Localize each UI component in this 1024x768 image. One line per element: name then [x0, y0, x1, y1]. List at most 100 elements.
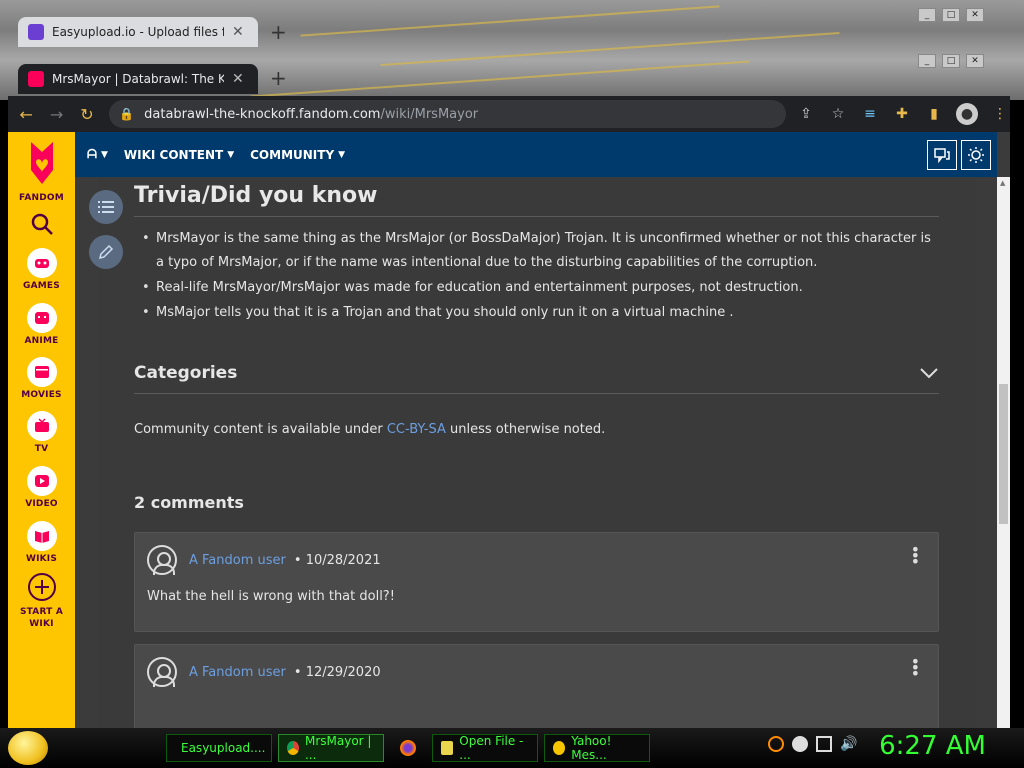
task-label: Yahoo! Mes...	[571, 734, 612, 762]
task-label: Open File - ...	[459, 734, 524, 762]
task-label: MrsMayor | ...	[304, 734, 372, 762]
pencil-icon	[98, 244, 114, 260]
plus-circle-icon	[27, 573, 56, 601]
rail-label: TV	[34, 444, 49, 454]
tab-easyupload[interactable]: Easyupload.io - Upload files for free ✕	[18, 17, 258, 47]
sidebar-icon[interactable]: ▮	[924, 104, 944, 124]
rail-item-games[interactable]: GAMES	[8, 248, 75, 291]
comment-date-value: 12/29/2020	[305, 664, 381, 680]
list-item: Real-life MrsMayor/MrsMajor was made for…	[142, 276, 939, 300]
maximize-button[interactable]: □	[942, 8, 960, 22]
taskbar-item-yahoo-messenger[interactable]: Yahoo! Mes...	[544, 734, 650, 762]
taskbar-item-easyupload[interactable]: Easyupload....	[166, 734, 272, 762]
more-options-icon[interactable]: • • •	[911, 542, 920, 570]
book-icon	[26, 521, 57, 551]
comment-date-value: 10/28/2021	[305, 552, 381, 568]
window-controls: _ □ ✕	[918, 54, 984, 68]
easyupload-favicon-icon	[28, 24, 44, 40]
rail-label: GAMES	[23, 281, 60, 291]
minimize-button[interactable]: _	[918, 8, 936, 22]
rail-item-anime[interactable]: ANIME	[8, 303, 75, 346]
chevron-down-icon: ▼	[227, 149, 235, 160]
lock-icon[interactable]: 🔒	[119, 107, 134, 121]
back-arrow-icon[interactable]: ←	[14, 101, 38, 127]
comment-author[interactable]: A Fandom user	[189, 665, 286, 680]
comment-body: What the hell is wrong with that doll?!	[147, 589, 395, 604]
rail-item-wikis[interactable]: WIKIS	[8, 521, 75, 564]
tab-title: Easyupload.io - Upload files for free	[52, 25, 224, 39]
fandom-flame-icon	[30, 142, 53, 184]
more-options-icon[interactable]: • • •	[911, 654, 920, 682]
minimize-button[interactable]: _	[918, 54, 936, 68]
rail-label: WIKIS	[25, 554, 58, 564]
volume-icon[interactable]: 🔊	[840, 736, 857, 752]
start-button-smiley-icon[interactable]	[8, 731, 48, 765]
comment-author[interactable]: A Fandom user	[189, 553, 286, 568]
chrome-icon	[287, 741, 299, 755]
star-icon[interactable]: ☆	[828, 104, 848, 124]
list-item: MrsMayor is the same thing as the MrsMaj…	[142, 227, 939, 275]
categories-toggle[interactable]: Categories	[134, 363, 939, 394]
profile-avatar-icon[interactable]: ●	[955, 103, 978, 125]
discussions-button[interactable]	[927, 140, 957, 170]
chevron-down-icon	[920, 368, 938, 379]
network-icon[interactable]	[816, 736, 832, 752]
url-host: databrawl-the-knockoff.fandom.com	[144, 106, 381, 122]
tv-icon	[26, 411, 57, 441]
play-icon	[26, 466, 57, 496]
comment-header: A Fandom user • 10/28/2021	[147, 545, 381, 575]
chat-bubbles-icon	[934, 148, 950, 164]
tray-circle-icon[interactable]	[792, 736, 808, 752]
puzzle-extension-icon[interactable]: ✚	[892, 104, 912, 124]
gamepad-icon	[26, 248, 57, 278]
search-button[interactable]	[8, 212, 75, 240]
sun-icon	[968, 147, 984, 163]
chevron-down-icon: ▼	[338, 149, 346, 160]
search-tray-icon[interactable]	[768, 736, 784, 752]
page-scrollbar[interactable]: ▲	[997, 177, 1010, 728]
rail-item-movies[interactable]: MOVIES	[8, 357, 75, 400]
firefox-icon[interactable]	[400, 740, 416, 756]
rail-item-tv[interactable]: TV	[8, 411, 75, 454]
fandom-label: FANDOM	[19, 193, 64, 203]
forward-arrow-icon[interactable]: →	[44, 101, 68, 127]
taskbar-item-open-file[interactable]: Open File - ...	[432, 734, 538, 762]
scrollbar-thumb[interactable]	[999, 384, 1008, 524]
folder-icon	[441, 741, 454, 755]
comment-card: A Fandom user • 12/29/2020 • • •	[134, 644, 939, 728]
close-tab-icon[interactable]: ✕	[232, 71, 244, 87]
scroll-up-icon[interactable]: ▲	[1000, 179, 1005, 187]
reload-icon[interactable]: ↻	[75, 101, 99, 127]
taskbar: Easyupload.... MrsMayor | ... Open File …	[0, 728, 1024, 768]
anime-face-icon	[26, 303, 57, 333]
wiki-logo-text: ᗩ	[87, 147, 97, 161]
license-prefix: Community content is available under	[134, 422, 387, 437]
theme-toggle-button[interactable]	[961, 140, 991, 170]
background-browser-window[interactable]: Easyupload.io - Upload files for free ✕ …	[8, 0, 1018, 50]
more-menu-icon[interactable]: ⋮	[990, 104, 1010, 124]
table-of-contents-button[interactable]	[89, 190, 123, 224]
rail-item-start-a-wiki[interactable]: START A WIKI	[8, 572, 75, 630]
address-bar[interactable]: 🔒 databrawl-the-knockoff.fandom.com /wik…	[109, 100, 786, 128]
fandom-logo[interactable]: FANDOM	[8, 140, 75, 203]
close-button[interactable]: ✕	[966, 8, 984, 22]
edit-button[interactable]	[89, 235, 123, 269]
close-tab-icon[interactable]: ✕	[232, 24, 244, 40]
task-label: Easyupload....	[181, 741, 266, 755]
wiki-content-menu[interactable]: WIKI CONTENT ▼	[124, 148, 234, 162]
wiki-home-menu[interactable]: ᗩ ▼	[87, 147, 108, 162]
share-icon[interactable]: ⇪	[796, 104, 816, 124]
extension-flag-icon[interactable]: ≡	[860, 104, 880, 124]
new-tab-button[interactable]: +	[270, 20, 287, 44]
community-menu[interactable]: COMMUNITY ▼	[250, 148, 345, 162]
clock[interactable]: 6:27 AM	[879, 731, 986, 761]
maximize-button[interactable]: □	[942, 54, 960, 68]
tab-mrsmayor[interactable]: MrsMayor | Databrawl: The Knockoff ✕	[18, 64, 258, 94]
rail-label: VIDEO	[25, 499, 58, 509]
license-link[interactable]: CC-BY-SA	[387, 422, 446, 437]
close-button[interactable]: ✕	[966, 54, 984, 68]
taskbar-item-mrsmayor[interactable]: MrsMayor | ...	[278, 734, 384, 762]
new-tab-button[interactable]: +	[270, 66, 287, 90]
comment-date: • 10/28/2021	[293, 552, 381, 568]
rail-item-video[interactable]: VIDEO	[8, 466, 75, 509]
